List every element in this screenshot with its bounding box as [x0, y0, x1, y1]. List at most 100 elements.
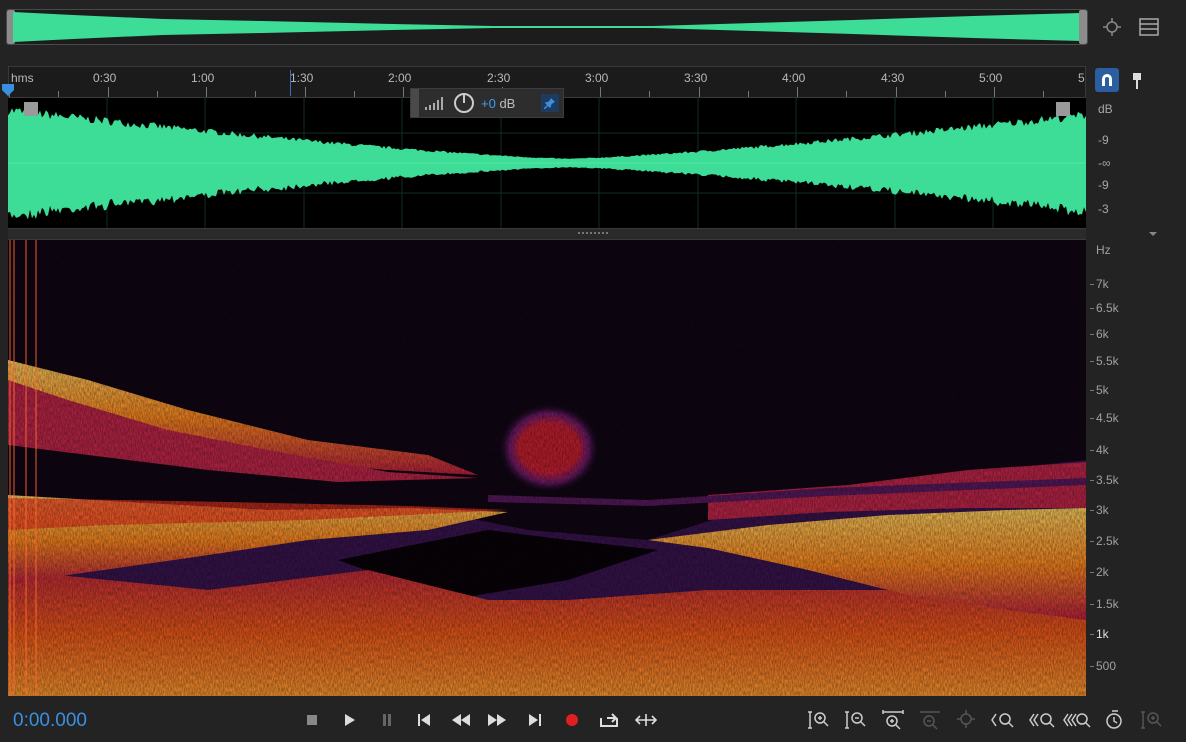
hz-tick [1090, 541, 1094, 542]
hz-scale-label: 5.5k [1096, 354, 1119, 368]
record-button[interactable] [559, 708, 585, 732]
frequency-scale: Hz 7k 6.5k 6k 5.5k 5k 4.5k 4k 3.5k 3k 2.… [1090, 240, 1186, 696]
zoom-to-selection-icon [957, 710, 975, 728]
ruler-tick [156, 91, 158, 97]
zoom-out-full-button[interactable] [916, 708, 944, 732]
chevron-down-icon[interactable] [1148, 231, 1158, 237]
play-icon [345, 714, 355, 726]
zoom-in-time-button[interactable] [879, 708, 907, 732]
ruler-tick-label: 3:00 [585, 71, 609, 85]
hz-tick [1090, 390, 1094, 391]
overview-navigator[interactable] [6, 9, 1088, 45]
ruler-tick-label: 4:30 [881, 71, 905, 85]
ruler-tick [944, 91, 946, 97]
skip-to-start-icon [418, 714, 430, 726]
db-scale-label: -∞ [1098, 156, 1111, 170]
zoom-in-amplitude-button[interactable] [805, 708, 833, 732]
snap-magnet-icon[interactable] [1095, 68, 1119, 92]
spectral-frequency-display[interactable] [8, 240, 1086, 696]
hz-scale-label: 2.5k [1096, 534, 1119, 548]
hz-tick [1090, 418, 1094, 419]
gain-unit: dB [499, 95, 516, 111]
fast-forward-button[interactable] [484, 708, 510, 732]
playhead-marker[interactable] [2, 84, 14, 96]
db-scale-label: -9 [1098, 133, 1109, 147]
ruler-tick [107, 87, 109, 97]
zoom-out-full-icon [920, 711, 940, 730]
ruler-tick-label: 5 [1078, 71, 1085, 85]
skip-to-end-button[interactable] [522, 708, 548, 732]
skip-selection-button[interactable] [633, 708, 659, 732]
ruler-tick-label: 1:00 [191, 71, 215, 85]
ruler-tick [747, 91, 749, 97]
current-time-display[interactable]: 0:00.000 [13, 710, 87, 732]
skip-to-start-button[interactable] [411, 708, 437, 732]
pause-icon [383, 714, 391, 726]
overview-waveform [13, 12, 1081, 42]
hud-volume-control[interactable]: +0 dB [410, 88, 564, 118]
fade-in-handle[interactable] [24, 102, 38, 116]
zoom-out-amplitude-icon [845, 711, 866, 729]
hz-scale-label: 6.5k [1096, 301, 1119, 315]
level-meter-icon [425, 97, 443, 110]
gain-value[interactable]: +0 [481, 96, 496, 111]
hz-scale-label: 500 [1096, 659, 1117, 673]
ruler-tick [846, 91, 848, 97]
hz-scale-label: 7k [1096, 277, 1109, 291]
panel-menu-icon[interactable] [1136, 14, 1162, 40]
ruler-tick [403, 87, 404, 97]
zoom-in-both-icon [1063, 713, 1091, 728]
volume-knob-icon[interactable] [453, 92, 475, 114]
ruler-tick-label: 1:30 [290, 71, 314, 85]
hz-tick [1090, 604, 1094, 605]
amplitude-scale: dB -9 -∞ -9 -3 [1090, 98, 1186, 228]
rewind-icon [452, 714, 470, 726]
ruler-tick-label: 0:30 [93, 71, 117, 85]
hz-tick [1090, 308, 1094, 309]
ruler-tick [255, 91, 257, 97]
hz-tick [1090, 334, 1094, 335]
stop-button[interactable] [299, 708, 325, 732]
play-button[interactable] [337, 708, 363, 732]
zoom-in-left-button[interactable] [990, 708, 1018, 732]
zoom-in-right-button[interactable] [1028, 708, 1056, 732]
fade-out-handle[interactable] [1056, 102, 1070, 116]
hud-grip[interactable] [411, 89, 419, 117]
loop-playback-button[interactable] [596, 708, 622, 732]
hz-scale-label: 6k [1096, 327, 1109, 341]
ruler-tick-label: 5:00 [979, 71, 1003, 85]
ruler-tick [797, 87, 798, 97]
hz-tick [1090, 284, 1094, 285]
rewind-button[interactable] [448, 708, 474, 732]
ruler-tick-label: 3:30 [684, 71, 708, 85]
zoom-selection-disabled-button[interactable] [1138, 708, 1166, 732]
zoom-to-selection-button[interactable] [952, 708, 980, 732]
loop-playback-icon [600, 713, 618, 727]
zoom-selection-disabled-icon [1141, 711, 1162, 729]
db-scale-label: -9 [1098, 178, 1109, 192]
marker-pin-icon[interactable] [1124, 68, 1150, 94]
divider-grip[interactable] [578, 232, 608, 236]
ruler-tick [994, 87, 995, 97]
zoom-out-amplitude-button[interactable] [842, 708, 870, 732]
ruler-tick [58, 91, 60, 97]
hz-tick [1090, 666, 1094, 667]
ruler-tick [206, 87, 207, 97]
hz-tick [1090, 510, 1094, 511]
ruler-tick [600, 87, 601, 97]
skip-to-end-icon [529, 714, 541, 726]
pause-button[interactable] [374, 708, 400, 732]
zoom-in-both-button[interactable] [1063, 708, 1091, 732]
hz-scale-label: 1k [1096, 627, 1109, 641]
overview-right-handle[interactable] [1079, 10, 1087, 44]
zoom-navigator-icon[interactable] [1099, 14, 1125, 40]
spectrogram [8, 240, 1086, 696]
ruler-tick [304, 87, 306, 97]
hz-scale-label: 1.5k [1096, 597, 1119, 611]
pin-hud-icon[interactable] [541, 94, 559, 112]
panel-divider[interactable] [8, 228, 1157, 240]
zoom-reset-button[interactable] [1101, 708, 1129, 732]
hz-scale-label: 4.5k [1096, 411, 1119, 425]
zoom-in-time-icon [882, 710, 904, 730]
db-scale-title: dB [1098, 102, 1113, 116]
